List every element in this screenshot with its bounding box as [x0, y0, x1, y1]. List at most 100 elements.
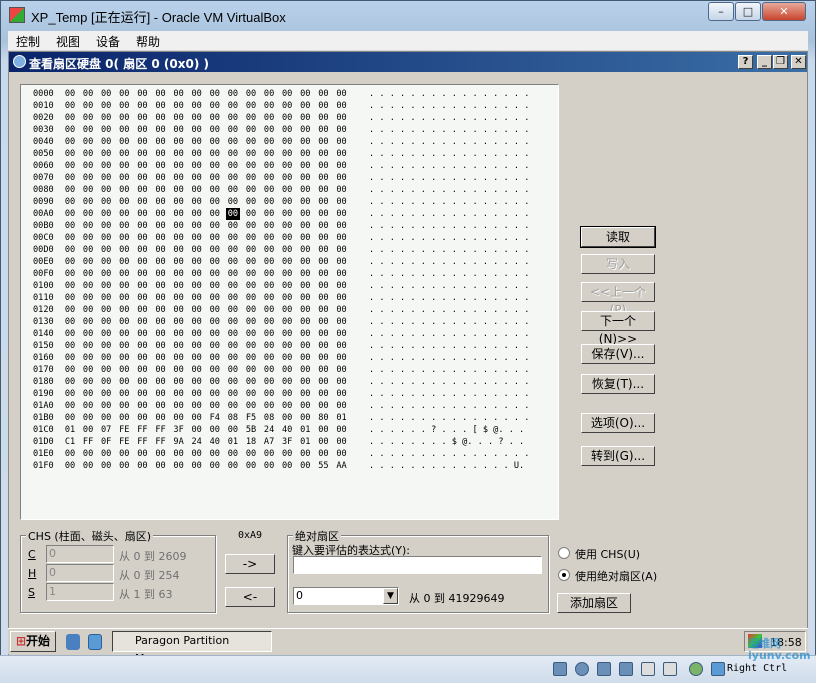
hex-byte[interactable]: 00: [135, 208, 149, 220]
hex-byte[interactable]: FF: [135, 424, 149, 436]
hex-byte[interactable]: 00: [81, 220, 95, 232]
hex-byte[interactable]: 00: [262, 364, 276, 376]
hex-byte[interactable]: 00: [190, 448, 204, 460]
hex-byte[interactable]: 00: [172, 88, 186, 100]
hex-byte[interactable]: 00: [117, 244, 131, 256]
hex-byte[interactable]: 00: [226, 148, 240, 160]
hex-byte[interactable]: 00: [99, 208, 113, 220]
write-button[interactable]: 写入: [581, 254, 655, 274]
hex-byte[interactable]: 00: [316, 424, 330, 436]
hex-byte[interactable]: 00: [172, 196, 186, 208]
hex-byte[interactable]: 00: [244, 460, 258, 472]
hex-byte[interactable]: 00: [298, 160, 312, 172]
hex-byte[interactable]: 00: [63, 316, 77, 328]
hex-byte[interactable]: 00: [190, 172, 204, 184]
prev-button[interactable]: <<上一个(P): [581, 282, 655, 317]
hex-byte[interactable]: 00: [262, 280, 276, 292]
hex-byte[interactable]: 00: [190, 256, 204, 268]
hex-byte[interactable]: 00: [244, 340, 258, 352]
hex-byte[interactable]: 00: [99, 160, 113, 172]
hex-byte[interactable]: 00: [244, 232, 258, 244]
hex-byte[interactable]: 00: [154, 256, 168, 268]
menu-control[interactable]: 控制: [16, 33, 40, 50]
hex-byte[interactable]: 00: [99, 412, 113, 424]
chs-s-field[interactable]: 1: [46, 583, 114, 601]
hex-byte[interactable]: 00: [262, 328, 276, 340]
hex-byte[interactable]: 00: [298, 232, 312, 244]
hex-byte[interactable]: 00: [190, 304, 204, 316]
hex-byte[interactable]: 00: [172, 124, 186, 136]
restore-button[interactable]: 恢复(T)...: [581, 374, 655, 394]
hex-byte[interactable]: 3F: [280, 436, 294, 448]
hex-byte[interactable]: 00: [226, 424, 240, 436]
hex-byte[interactable]: 00: [117, 292, 131, 304]
next-button[interactable]: 下一个(N)>>: [581, 311, 655, 346]
hex-byte[interactable]: 00: [262, 400, 276, 412]
minimize-button[interactable]: –: [708, 2, 734, 21]
hex-byte[interactable]: FF: [154, 424, 168, 436]
hex-byte[interactable]: 00: [226, 316, 240, 328]
hex-byte[interactable]: 00: [172, 316, 186, 328]
hex-byte[interactable]: 00: [81, 196, 95, 208]
hex-byte[interactable]: 00: [225, 208, 240, 220]
hex-byte[interactable]: 00: [63, 388, 77, 400]
hex-byte[interactable]: 00: [99, 292, 113, 304]
hex-byte[interactable]: 00: [208, 124, 222, 136]
abs-to-chs-button[interactable]: <-: [225, 587, 275, 607]
hex-byte[interactable]: 00: [63, 400, 77, 412]
hex-byte[interactable]: 00: [244, 304, 258, 316]
hex-byte[interactable]: 00: [208, 460, 222, 472]
hex-byte[interactable]: 00: [135, 184, 149, 196]
hex-byte[interactable]: 00: [280, 364, 294, 376]
menu-devices[interactable]: 设备: [96, 33, 120, 50]
hex-byte[interactable]: 00: [316, 376, 330, 388]
hex-byte[interactable]: 00: [262, 220, 276, 232]
hex-byte[interactable]: 00: [226, 292, 240, 304]
radio-use-chs[interactable]: [558, 547, 570, 559]
hex-byte[interactable]: 00: [99, 136, 113, 148]
hex-byte[interactable]: 00: [244, 376, 258, 388]
hex-byte[interactable]: 00: [154, 280, 168, 292]
hex-byte[interactable]: 00: [81, 364, 95, 376]
hex-byte[interactable]: 00: [154, 448, 168, 460]
hex-byte[interactable]: 00: [117, 280, 131, 292]
hex-byte[interactable]: 00: [154, 88, 168, 100]
hex-byte[interactable]: 00: [117, 340, 131, 352]
hex-byte[interactable]: 00: [335, 436, 349, 448]
hex-byte[interactable]: 00: [244, 172, 258, 184]
hex-byte[interactable]: 00: [244, 112, 258, 124]
hex-byte[interactable]: 00: [190, 388, 204, 400]
hex-byte[interactable]: 00: [172, 100, 186, 112]
hex-byte[interactable]: 00: [244, 448, 258, 460]
hex-byte[interactable]: 00: [226, 172, 240, 184]
hex-byte[interactable]: 00: [208, 376, 222, 388]
hex-byte[interactable]: 00: [99, 352, 113, 364]
hex-byte[interactable]: 00: [208, 340, 222, 352]
hex-byte[interactable]: 00: [81, 448, 95, 460]
hex-byte[interactable]: 00: [280, 112, 294, 124]
hex-byte[interactable]: 01: [335, 412, 349, 424]
hex-byte[interactable]: 00: [262, 244, 276, 256]
hex-byte[interactable]: 00: [99, 448, 113, 460]
hex-byte[interactable]: 00: [99, 124, 113, 136]
display-icon[interactable]: [663, 662, 677, 676]
hex-byte[interactable]: 00: [172, 304, 186, 316]
hex-byte[interactable]: 00: [172, 172, 186, 184]
hex-byte[interactable]: 00: [298, 460, 312, 472]
hex-byte[interactable]: F4: [208, 412, 222, 424]
hex-byte[interactable]: 00: [244, 244, 258, 256]
hex-byte[interactable]: 00: [244, 280, 258, 292]
hex-byte[interactable]: 00: [154, 148, 168, 160]
hex-byte[interactable]: 01: [226, 436, 240, 448]
hex-byte[interactable]: 00: [262, 460, 276, 472]
hex-byte[interactable]: 00: [190, 184, 204, 196]
hex-byte[interactable]: 00: [172, 328, 186, 340]
menu-view[interactable]: 视图: [56, 33, 80, 50]
hex-byte[interactable]: 08: [262, 412, 276, 424]
hex-byte[interactable]: 00: [172, 376, 186, 388]
hex-byte[interactable]: 00: [316, 388, 330, 400]
hex-byte[interactable]: 00: [190, 148, 204, 160]
hex-byte[interactable]: 00: [190, 100, 204, 112]
hex-byte[interactable]: 00: [298, 328, 312, 340]
hex-byte[interactable]: 00: [335, 388, 349, 400]
